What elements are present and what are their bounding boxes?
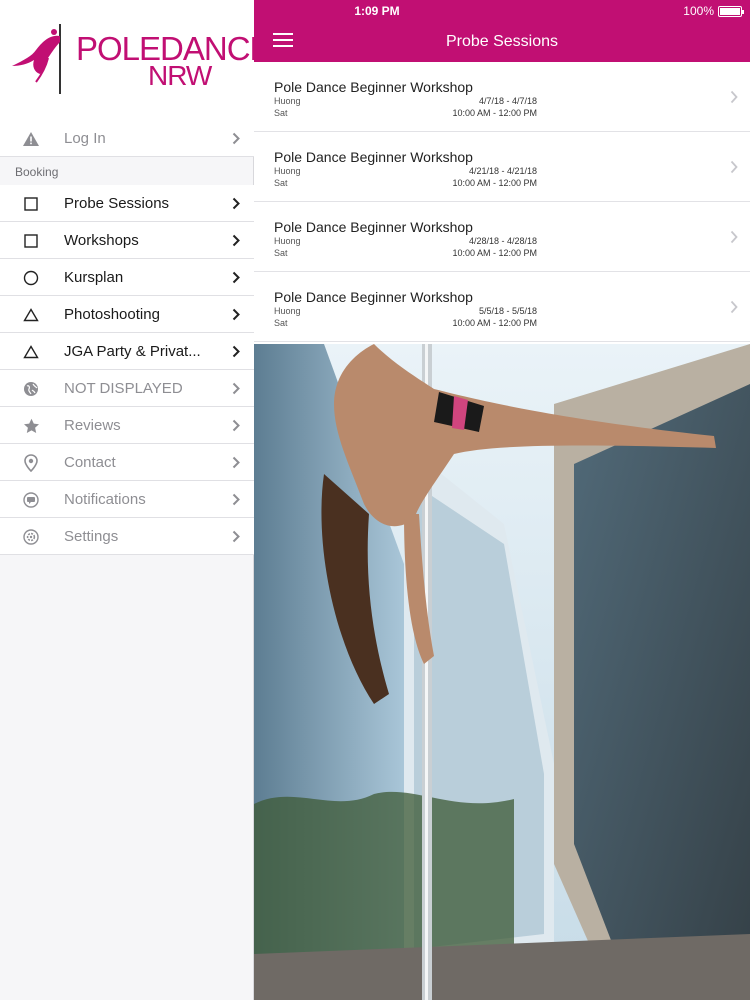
session-time: 10:00 AM - 12:00 PM bbox=[452, 108, 537, 118]
sidebar-item-contact[interactable]: Contact bbox=[0, 444, 254, 481]
sidebar-item-label: Reviews bbox=[64, 417, 121, 434]
session-title: Pole Dance Beginner Workshop bbox=[274, 289, 473, 305]
sidebar-item-label: Workshops bbox=[64, 232, 139, 249]
session-row[interactable]: Pole Dance Beginner Workshop Huong Sat 4… bbox=[254, 132, 750, 202]
chevron-right-icon bbox=[730, 230, 738, 249]
session-list: Pole Dance Beginner Workshop Huong Sat 4… bbox=[254, 62, 750, 342]
sidebar: POLEDANCE NRW Log In Booking Probe Sessi… bbox=[0, 0, 272, 1000]
chevron-right-icon bbox=[232, 493, 240, 511]
pole-dancer-photo bbox=[254, 344, 750, 1000]
session-time: 10:00 AM - 12:00 PM bbox=[452, 318, 537, 328]
sidebar-item-not-displayed[interactable]: NOT DISPLAYED bbox=[0, 370, 254, 407]
session-day: Sat bbox=[274, 178, 288, 188]
background-photo bbox=[254, 344, 750, 1000]
triangle-icon bbox=[22, 343, 40, 361]
gear-icon bbox=[22, 528, 40, 546]
session-day: Sat bbox=[274, 248, 288, 258]
battery-percent: 100% bbox=[683, 4, 714, 18]
chevron-right-icon bbox=[232, 234, 240, 252]
page-title: Probe Sessions bbox=[445, 33, 559, 50]
chevron-right-icon bbox=[730, 300, 738, 319]
session-time: 10:00 AM - 12:00 PM bbox=[452, 248, 537, 258]
sidebar-item-label: Settings bbox=[64, 528, 119, 545]
chevron-right-icon bbox=[730, 90, 738, 109]
sidebar-item-label: Kursplan bbox=[64, 269, 124, 286]
chevron-right-icon bbox=[730, 160, 738, 179]
session-teacher: Huong bbox=[274, 306, 301, 316]
session-teacher: Huong bbox=[274, 236, 301, 246]
sidebar-item-label: JGA Party & Privat... bbox=[64, 343, 201, 360]
sidebar-item-label: Photoshooting bbox=[64, 306, 160, 323]
chevron-right-icon bbox=[232, 345, 240, 363]
session-teacher: Huong bbox=[274, 96, 301, 106]
session-dates: 4/21/18 - 4/21/18 bbox=[468, 166, 537, 176]
session-time: 10:00 AM - 12:00 PM bbox=[452, 178, 537, 188]
sidebar-item-photoshooting[interactable]: Photoshooting bbox=[0, 296, 254, 333]
session-dates: 5/5/18 - 5/5/18 bbox=[478, 306, 537, 316]
sidebar-item-log-in[interactable]: Log In bbox=[0, 120, 254, 157]
chevron-right-icon bbox=[232, 197, 240, 215]
sidebar-item-label: Notifications bbox=[64, 491, 146, 508]
sidebar-item-jga-party[interactable]: JGA Party & Privat... bbox=[0, 333, 254, 370]
app-logo: POLEDANCE NRW bbox=[0, 0, 272, 120]
session-row[interactable]: Pole Dance Beginner Workshop Huong Sat 4… bbox=[254, 202, 750, 272]
chevron-right-icon bbox=[232, 382, 240, 400]
star-icon bbox=[22, 417, 40, 435]
session-dates: 4/28/18 - 4/28/18 bbox=[468, 236, 537, 246]
chevron-right-icon bbox=[232, 271, 240, 289]
session-teacher: Huong bbox=[274, 166, 301, 176]
sidebar-item-probe-sessions[interactable]: Probe Sessions bbox=[0, 185, 254, 222]
chevron-right-icon bbox=[232, 530, 240, 548]
logo-text-nrw: NRW bbox=[148, 60, 212, 91]
sidebar-item-label: Probe Sessions bbox=[64, 195, 170, 212]
globe-icon bbox=[22, 380, 40, 398]
sidebar-item-label: Log In bbox=[64, 130, 106, 147]
chat-bubble-icon bbox=[22, 491, 40, 509]
square-icon bbox=[22, 232, 40, 250]
section-header-booking: Booking bbox=[15, 165, 59, 179]
sidebar-item-notifications[interactable]: Notifications bbox=[0, 481, 254, 518]
triangle-icon bbox=[22, 306, 40, 324]
warning-icon bbox=[22, 130, 40, 148]
location-pin-icon bbox=[22, 454, 40, 472]
sidebar-item-label: NOT DISPLAYED bbox=[64, 380, 183, 397]
session-day: Sat bbox=[274, 318, 288, 328]
session-title: Pole Dance Beginner Workshop bbox=[274, 79, 473, 95]
session-title: Pole Dance Beginner Workshop bbox=[274, 219, 473, 235]
session-dates: 4/7/18 - 4/7/18 bbox=[478, 96, 537, 106]
chevron-right-icon bbox=[232, 132, 240, 150]
session-day: Sat bbox=[274, 108, 288, 118]
session-row[interactable]: Pole Dance Beginner Workshop Huong Sat 5… bbox=[254, 272, 750, 342]
status-bar-battery: 100% bbox=[683, 4, 744, 18]
sidebar-item-settings[interactable]: Settings bbox=[0, 518, 254, 555]
sidebar-item-reviews[interactable]: Reviews bbox=[0, 407, 254, 444]
session-row[interactable]: Pole Dance Beginner Workshop Huong Sat 4… bbox=[254, 62, 750, 132]
session-title: Pole Dance Beginner Workshop bbox=[274, 149, 473, 165]
status-bar-time: 1:09 PM bbox=[354, 4, 400, 18]
sidebar-item-kursplan[interactable]: Kursplan bbox=[0, 259, 254, 296]
sidebar-item-label: Contact bbox=[64, 454, 116, 471]
battery-icon bbox=[718, 5, 744, 17]
navigation-bar: 1:09 PM 100% Probe Sessions bbox=[254, 0, 750, 62]
chevron-right-icon bbox=[232, 419, 240, 437]
circle-icon bbox=[22, 269, 40, 287]
chevron-right-icon bbox=[232, 308, 240, 326]
pole-dancer-logo-icon bbox=[12, 24, 61, 94]
chevron-right-icon bbox=[232, 456, 240, 474]
sidebar-item-workshops[interactable]: Workshops bbox=[0, 222, 254, 259]
square-icon bbox=[22, 195, 40, 213]
